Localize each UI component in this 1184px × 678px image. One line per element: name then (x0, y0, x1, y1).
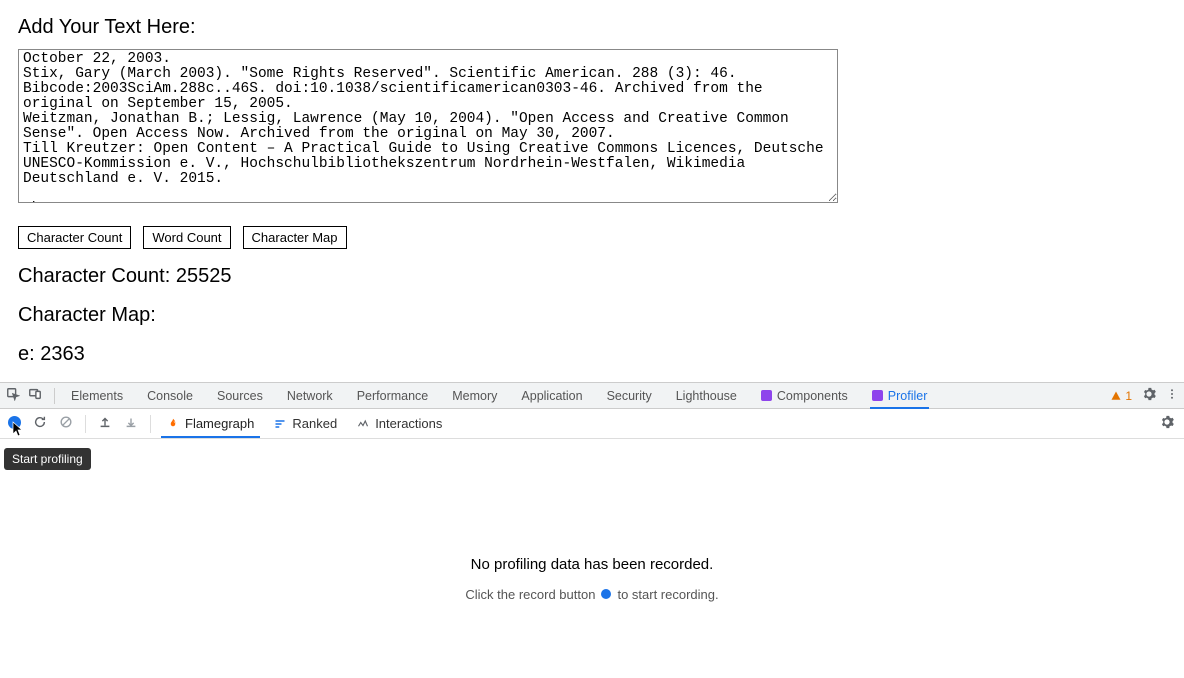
tooltip-start-profiling: Start profiling (4, 448, 91, 470)
character-map-button[interactable]: Character Map (243, 226, 347, 249)
settings-gear-icon[interactable] (1142, 387, 1156, 404)
tab-application[interactable]: Application (509, 383, 594, 409)
tab-lighthouse[interactable]: Lighthouse (664, 383, 749, 409)
tab-network[interactable]: Network (275, 383, 345, 409)
tab-security[interactable]: Security (595, 383, 664, 409)
download-button[interactable] (124, 415, 138, 432)
react-logo-icon (872, 390, 883, 401)
character-count-result: Character Count: 25525 (18, 265, 1166, 288)
tab-components[interactable]: Components (749, 383, 860, 409)
tab-console[interactable]: Console (135, 383, 205, 409)
profiler-tab-interactions[interactable]: Interactions (353, 416, 446, 431)
toggle-device-icon[interactable] (28, 387, 42, 404)
devtools-tab-bar: Elements Console Sources Network Perform… (0, 383, 1184, 409)
profiler-tab-flamegraph-label: Flamegraph (185, 416, 254, 431)
more-menu-icon[interactable] (1166, 388, 1178, 403)
profiler-hint-before: Click the record button (465, 587, 595, 602)
profiler-toolbar: Flamegraph Ranked Interactions (0, 409, 1184, 439)
record-dot-icon (601, 589, 611, 599)
tab-memory[interactable]: Memory (440, 383, 509, 409)
profiler-tab-interactions-label: Interactions (375, 416, 442, 431)
devtools-panel: Elements Console Sources Network Perform… (0, 382, 1184, 678)
page-heading: Add Your Text Here: (18, 16, 1166, 39)
tab-sources[interactable]: Sources (205, 383, 275, 409)
profiler-empty-title: No profiling data has been recorded. (471, 556, 714, 573)
tab-elements[interactable]: Elements (59, 383, 135, 409)
profiler-empty-hint: Click the record button to start recordi… (465, 587, 718, 602)
character-map-heading: Character Map: (18, 304, 1166, 327)
profiler-empty-state: No profiling data has been recorded. Cli… (0, 439, 1184, 678)
profiler-tab-ranked-label: Ranked (292, 416, 337, 431)
buttons-row: Character Count Word Count Character Map (18, 226, 1166, 249)
profiler-settings-icon[interactable] (1160, 415, 1174, 432)
tab-profiler-label: Profiler (888, 389, 928, 403)
upload-button[interactable] (98, 415, 112, 432)
react-logo-icon (761, 390, 772, 401)
warnings-badge[interactable]: 1 (1110, 389, 1132, 403)
warnings-count: 1 (1125, 389, 1132, 403)
tab-performance[interactable]: Performance (345, 383, 441, 409)
profiler-tab-flamegraph[interactable]: Flamegraph (163, 416, 258, 431)
tab-profiler[interactable]: Profiler (860, 383, 940, 409)
character-count-button[interactable]: Character Count (18, 226, 131, 249)
tab-components-label: Components (777, 389, 848, 403)
record-button[interactable] (8, 416, 21, 432)
clear-button[interactable] (59, 415, 73, 432)
inspect-element-icon[interactable] (6, 387, 20, 404)
character-map-item: e: 2363 (18, 343, 1166, 366)
reload-button[interactable] (33, 415, 47, 432)
word-count-button[interactable]: Word Count (143, 226, 230, 249)
text-input[interactable] (18, 49, 838, 203)
profiler-tab-ranked[interactable]: Ranked (270, 416, 341, 431)
profiler-hint-after: to start recording. (617, 587, 718, 602)
